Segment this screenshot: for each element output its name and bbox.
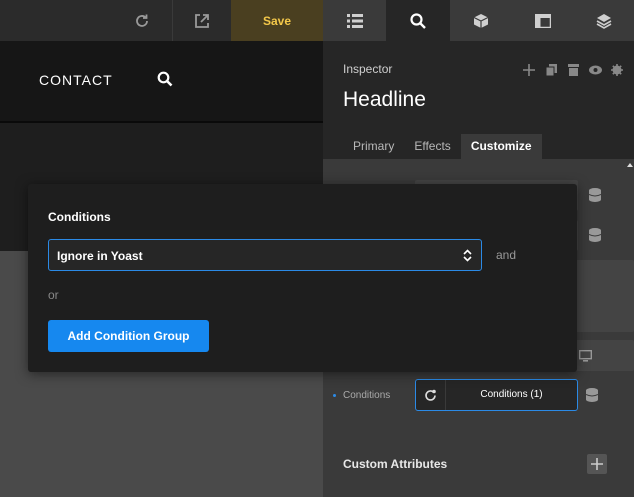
structure-button[interactable]: [323, 0, 386, 41]
search-icon: [410, 12, 426, 29]
conditions-popup: Conditions Ignore in Yoast and or Add Co…: [28, 184, 577, 372]
external-link-icon: [195, 13, 209, 28]
refresh-button[interactable]: [118, 0, 166, 41]
top-toolbar: Save: [0, 0, 634, 41]
duplicate-icon[interactable]: [544, 63, 558, 77]
panel-toolbar: [323, 0, 634, 41]
layers-icon: [596, 13, 612, 29]
conditions-field[interactable]: Conditions (1): [415, 379, 578, 411]
conditions-value: Conditions (1): [480, 389, 543, 400]
tab-primary[interactable]: Primary: [343, 134, 404, 159]
refresh-icon: [136, 14, 148, 27]
gear-icon[interactable]: [610, 63, 624, 77]
inspector-tabs: Primary Effects Customize: [343, 134, 542, 159]
monitor-icon[interactable]: [578, 349, 593, 363]
conditions-label: Conditions: [332, 390, 391, 401]
search-tab-button[interactable]: [386, 0, 450, 41]
database-icon[interactable]: [588, 188, 603, 202]
toolbar-divider: [172, 0, 173, 41]
scroll-up-arrow[interactable]: [627, 162, 633, 168]
open-external-button[interactable]: [178, 0, 226, 41]
search-icon: [157, 71, 173, 87]
nav-contact-link[interactable]: CONTACT: [39, 72, 113, 88]
element-title: Headline: [343, 88, 426, 111]
database-icon[interactable]: [588, 228, 603, 242]
chevron-updown-icon: [463, 249, 472, 262]
tab-effects[interactable]: Effects: [404, 134, 460, 159]
cube-icon: [473, 13, 489, 28]
custom-attributes-heading: Custom Attributes: [343, 457, 448, 471]
database-icon[interactable]: [585, 388, 600, 402]
inspector-actions: [522, 63, 624, 77]
list-icon: [346, 13, 363, 28]
save-button[interactable]: Save: [231, 0, 323, 41]
trash-icon[interactable]: [566, 63, 580, 77]
nav-search-button[interactable]: [157, 71, 173, 92]
condition-select[interactable]: Ignore in Yoast: [48, 239, 482, 271]
conditions-refresh-icon[interactable]: [416, 380, 446, 410]
inspector-header: Inspector Headline Primary Effects Custo…: [323, 41, 634, 159]
eye-icon[interactable]: [588, 63, 602, 77]
condition-select-value: Ignore in Yoast: [57, 249, 143, 263]
layers-button[interactable]: [574, 0, 634, 41]
move-icon[interactable]: [522, 63, 536, 77]
or-separator: or: [48, 288, 59, 302]
inspector-label: Inspector: [343, 62, 393, 76]
layout-icon: [535, 13, 551, 28]
popup-title: Conditions: [48, 210, 111, 224]
plus-icon: [591, 458, 603, 470]
layout-button[interactable]: [512, 0, 574, 41]
tab-customize[interactable]: Customize: [460, 134, 542, 159]
add-attribute-button[interactable]: [587, 454, 607, 474]
components-button[interactable]: [450, 0, 512, 41]
add-condition-group-button[interactable]: Add Condition Group: [48, 320, 209, 352]
and-button[interactable]: and: [496, 248, 516, 262]
